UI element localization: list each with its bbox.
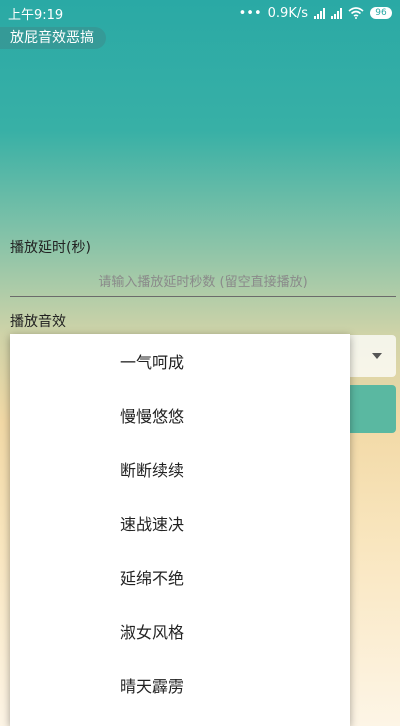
status-icons: ••• 0.9K/s 96: [239, 6, 392, 21]
app-title: 放屁音效恶搞: [0, 27, 106, 49]
dropdown-item[interactable]: 淑女风格: [10, 606, 350, 660]
cell-signal-icon: [314, 7, 325, 19]
dropdown-item[interactable]: 断断续续: [10, 444, 350, 498]
dropdown-item[interactable]: 速战速决: [10, 498, 350, 552]
dropdown-arrow-icon[interactable]: [372, 353, 382, 359]
dots-icon: •••: [238, 5, 262, 21]
sound-label: 播放音效: [10, 314, 66, 330]
sound-dropdown-menu: 一气呵成 慢慢悠悠 断断续续 速战速决 延绵不绝 淑女风格 晴天霹雳: [10, 334, 350, 726]
battery-icon: 96: [370, 7, 392, 19]
delay-input[interactable]: [10, 268, 396, 297]
cell-signal-2-icon: [331, 7, 342, 19]
dropdown-item[interactable]: 一气呵成: [10, 336, 350, 390]
network-speed: 0.9K/s: [267, 5, 308, 21]
status-bar: 上午9:19 ••• 0.9K/s 96: [0, 0, 400, 26]
dropdown-item[interactable]: 晴天霹雳: [10, 660, 350, 714]
dropdown-item[interactable]: 延绵不绝: [10, 552, 350, 606]
dropdown-item[interactable]: 慢慢悠悠: [10, 390, 350, 444]
wifi-icon: [348, 7, 364, 19]
delay-label: 播放延时(秒): [10, 240, 91, 256]
status-time: 上午9:19: [8, 7, 64, 23]
